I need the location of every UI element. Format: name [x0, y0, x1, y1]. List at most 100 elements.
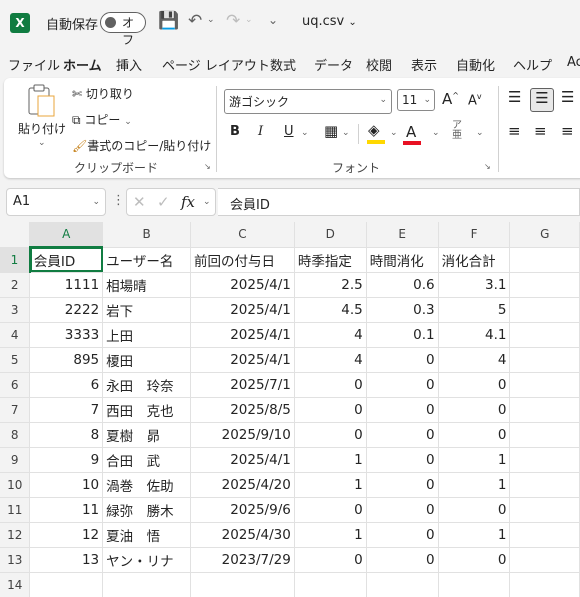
underline-button[interactable]: U	[284, 124, 294, 139]
save-icon[interactable]: 💾	[158, 11, 179, 31]
cell[interactable]: 0	[366, 397, 439, 423]
row-header[interactable]: 10	[0, 472, 31, 498]
undo-dropdown-icon[interactable]: ⌄	[207, 15, 215, 25]
tab-home[interactable]: ホーム	[63, 55, 102, 81]
column-header[interactable]: C	[190, 222, 295, 248]
row-header[interactable]: 3	[0, 297, 31, 323]
cell[interactable]: 岩下	[102, 297, 192, 323]
enter-icon[interactable]: ✓	[157, 193, 170, 211]
cell[interactable]: 0	[438, 397, 511, 423]
customize-toolbar-icon[interactable]: ⌄	[268, 13, 278, 27]
font-launcher-icon[interactable]: ↘	[484, 162, 491, 171]
cell[interactable]: 4	[294, 347, 367, 373]
cell[interactable]: 7	[29, 397, 104, 423]
cell[interactable]: 相場晴	[102, 272, 192, 298]
cell[interactable]	[509, 422, 580, 448]
header-cell[interactable]: ユーザー名	[102, 247, 192, 273]
row-header[interactable]: 12	[0, 522, 31, 548]
tab-automate[interactable]: 自動化	[456, 55, 495, 74]
formula-expand-icon[interactable]: ⌄	[203, 197, 211, 207]
cell[interactable]: 0	[366, 347, 439, 373]
column-header[interactable]: E	[366, 222, 439, 248]
cell[interactable]	[438, 572, 511, 597]
cell[interactable]: 9	[29, 447, 104, 473]
cell[interactable]	[509, 547, 580, 573]
font-color-icon[interactable]: A	[403, 123, 421, 145]
tab-file[interactable]: ファイル	[8, 55, 60, 74]
phonetic-guide-icon[interactable]: ア亜	[452, 121, 462, 141]
cell[interactable]: 0	[366, 422, 439, 448]
row-header[interactable]: 2	[0, 272, 31, 298]
cell[interactable]: 合田 武	[102, 447, 192, 473]
cell[interactable]: 0	[366, 372, 439, 398]
row-header[interactable]: 7	[0, 397, 31, 423]
tab-formulas[interactable]: 数式	[270, 55, 296, 74]
insert-function-icon[interactable]: fx	[181, 193, 195, 211]
cell[interactable]	[509, 472, 580, 498]
tab-insert[interactable]: 挿入	[116, 55, 142, 74]
cell[interactable]: 2.5	[294, 272, 367, 298]
cell[interactable]: 13	[29, 547, 104, 573]
cell[interactable]	[509, 497, 580, 523]
decrease-font-size-icon[interactable]: Av	[468, 92, 482, 108]
cell[interactable]: 上田	[102, 322, 192, 348]
cell[interactable]	[509, 447, 580, 473]
row-header[interactable]: 8	[0, 422, 31, 448]
row-header[interactable]: 5	[0, 347, 31, 373]
cell[interactable]	[509, 272, 580, 298]
cell[interactable]: 0.3	[366, 297, 439, 323]
redo-dropdown-icon[interactable]: ⌄	[245, 15, 253, 25]
header-cell[interactable]: 時季指定	[294, 247, 367, 273]
cell[interactable]: 0	[366, 472, 439, 498]
header-cell[interactable]: 消化合計	[438, 247, 511, 273]
cell[interactable]: 4	[294, 322, 367, 348]
align-left-icon[interactable]: ≡	[508, 122, 521, 140]
cell[interactable]	[29, 572, 104, 597]
row-header[interactable]: 13	[0, 547, 31, 573]
cell[interactable]: 0	[294, 372, 367, 398]
cell[interactable]: 2025/4/20	[190, 472, 295, 498]
cell[interactable]	[509, 322, 580, 348]
cell[interactable]: 1	[294, 472, 367, 498]
cell[interactable]: 12	[29, 522, 104, 548]
borders-dropdown-icon[interactable]: ⌄	[342, 128, 350, 138]
row-header[interactable]: 6	[0, 372, 31, 398]
row-header[interactable]: 4	[0, 322, 31, 348]
tab-help[interactable]: ヘルプ	[513, 55, 552, 74]
column-header[interactable]: B	[102, 222, 192, 248]
cell[interactable]: 2025/7/1	[190, 372, 295, 398]
font-color-dropdown-icon[interactable]: ⌄	[432, 128, 440, 138]
cell[interactable]	[366, 572, 439, 597]
cell[interactable]: 2025/4/1	[190, 347, 295, 373]
paste-dropdown-icon[interactable]: ⌄	[38, 138, 46, 148]
row-header[interactable]: 14	[0, 572, 31, 597]
cell[interactable]: 4.1	[438, 322, 511, 348]
borders-icon[interactable]: ▦	[324, 122, 338, 140]
font-size-dropdown[interactable]: 11 ⌄	[397, 89, 435, 111]
cell[interactable]: 4.5	[294, 297, 367, 323]
cell[interactable]	[294, 572, 367, 597]
cell[interactable]: 1	[294, 447, 367, 473]
cell[interactable]: ヤン・リナ	[102, 547, 192, 573]
align-right-icon[interactable]: ≡	[561, 122, 574, 140]
italic-button[interactable]: I	[258, 124, 263, 139]
cell[interactable]: 0	[294, 422, 367, 448]
row-header[interactable]: 11	[0, 497, 31, 523]
cell[interactable]: 2025/4/1	[190, 297, 295, 323]
cell[interactable]: 2025/4/1	[190, 322, 295, 348]
header-cell[interactable]: 時間消化	[366, 247, 439, 273]
column-header[interactable]: D	[294, 222, 367, 248]
cell[interactable]: 西田 克也	[102, 397, 192, 423]
cell[interactable]	[190, 572, 295, 597]
column-header[interactable]: A	[29, 222, 104, 248]
cell[interactable]: 6	[29, 372, 104, 398]
cell[interactable]: 2025/4/1	[190, 447, 295, 473]
cell[interactable]: 1	[438, 472, 511, 498]
file-name[interactable]: uq.csv ⌄	[302, 14, 357, 29]
cell[interactable]	[509, 397, 580, 423]
cell[interactable]	[509, 572, 580, 597]
select-all-corner[interactable]	[0, 222, 31, 248]
cell[interactable]	[509, 347, 580, 373]
cell[interactable]	[509, 522, 580, 548]
autosave-toggle[interactable]: オフ	[100, 12, 146, 47]
